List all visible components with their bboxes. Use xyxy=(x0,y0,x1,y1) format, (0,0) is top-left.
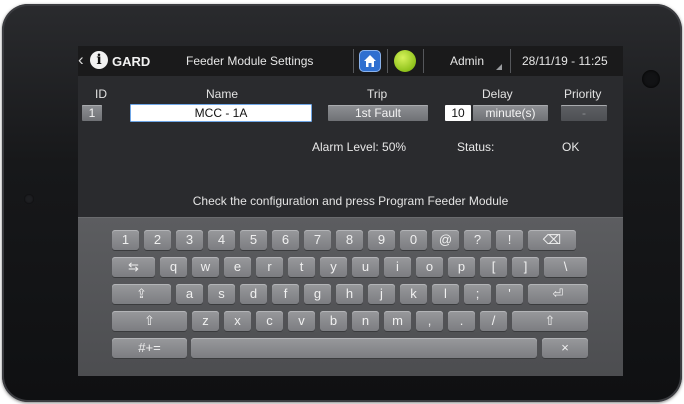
backslash-key[interactable]: \ xyxy=(544,257,587,277)
key-x[interactable]: x xyxy=(224,311,251,331)
delay-unit-select[interactable]: minute(s) xyxy=(473,105,548,121)
exclamation-key[interactable]: ! xyxy=(496,230,523,250)
status-indicator-icon xyxy=(394,50,416,72)
back-arrow-icon[interactable]: ‹ xyxy=(78,51,84,69)
column-header-trip: Trip xyxy=(367,87,388,101)
key-d[interactable]: d xyxy=(240,284,267,304)
key-0[interactable]: 0 xyxy=(400,230,427,250)
key-1[interactable]: 1 xyxy=(112,230,139,250)
datetime: 28/11/19 - 11:25 xyxy=(522,54,608,68)
key-6[interactable]: 6 xyxy=(272,230,299,250)
divider xyxy=(387,49,388,73)
key-j[interactable]: j xyxy=(368,284,395,304)
header-bar: ‹ i GARD Feeder Module Settings Admin 28… xyxy=(78,46,623,76)
key-l[interactable]: l xyxy=(432,284,459,304)
right-shift-key[interactable]: ⇧ xyxy=(512,311,588,331)
key-c[interactable]: c xyxy=(256,311,283,331)
divider xyxy=(423,49,424,73)
space-bar[interactable] xyxy=(191,338,537,358)
at-key[interactable]: @ xyxy=(432,230,459,250)
key-t[interactable]: t xyxy=(288,257,315,277)
screen: ‹ i GARD Feeder Module Settings Admin 28… xyxy=(78,46,623,376)
enter-key[interactable]: ⏎ xyxy=(528,284,588,304)
divider xyxy=(353,49,354,73)
key-9[interactable]: 9 xyxy=(368,230,395,250)
bezel-button xyxy=(24,194,34,204)
key-w[interactable]: w xyxy=(192,257,219,277)
column-header-id: ID xyxy=(95,87,107,101)
column-header-name: Name xyxy=(206,87,239,101)
period-key[interactable]: . xyxy=(448,311,475,331)
on-screen-keyboard: 1 2 3 4 5 6 7 8 9 0 @?! ⌫ ⇆ q w e r t y u i o p[] \ ⇪ a s d f g h j k l; '… xyxy=(78,217,623,376)
slash-key[interactable]: / xyxy=(480,311,507,331)
key-p[interactable]: p xyxy=(448,257,475,277)
trip-select[interactable]: 1st Fault xyxy=(328,105,428,121)
key-3[interactable]: 3 xyxy=(176,230,203,250)
semicolon-key[interactable]: ; xyxy=(464,284,491,304)
left-shift-key[interactable]: ⇧ xyxy=(112,311,187,331)
status-label: Status: xyxy=(457,140,495,154)
key-b[interactable]: b xyxy=(320,311,347,331)
camera xyxy=(642,70,660,88)
tab-key[interactable]: ⇆ xyxy=(112,257,155,277)
key-u[interactable]: u xyxy=(352,257,379,277)
priority-select[interactable]: - xyxy=(561,105,607,121)
divider xyxy=(510,49,511,73)
right-bracket-key[interactable]: ] xyxy=(512,257,539,277)
key-h[interactable]: h xyxy=(336,284,363,304)
key-4[interactable]: 4 xyxy=(208,230,235,250)
logo-text: GARD xyxy=(112,54,151,69)
logo-info-icon: i xyxy=(90,51,108,69)
question-key[interactable]: ? xyxy=(464,230,491,250)
page-title: Feeder Module Settings xyxy=(186,54,314,68)
key-g[interactable]: g xyxy=(304,284,331,304)
key-k[interactable]: k xyxy=(400,284,427,304)
status-value: OK xyxy=(562,140,580,154)
comma-key[interactable]: , xyxy=(416,311,443,331)
key-e[interactable]: e xyxy=(224,257,251,277)
key-m[interactable]: m xyxy=(384,311,411,331)
caps-lock-key[interactable]: ⇪ xyxy=(112,284,171,304)
key-7[interactable]: 7 xyxy=(304,230,331,250)
user-menu[interactable]: Admin xyxy=(450,54,484,68)
key-s[interactable]: s xyxy=(208,284,235,304)
dropdown-corner-icon[interactable] xyxy=(496,64,502,70)
key-n[interactable]: n xyxy=(352,311,379,331)
instruction-message: Check the configuration and press Progra… xyxy=(192,194,509,208)
home-icon xyxy=(364,55,376,67)
key-2[interactable]: 2 xyxy=(144,230,171,250)
key-a[interactable]: a xyxy=(176,284,203,304)
alarm-level: Alarm Level: 50% xyxy=(312,140,407,154)
column-header-priority: Priority xyxy=(564,87,602,101)
left-bracket-key[interactable]: [ xyxy=(480,257,507,277)
apostrophe-key[interactable]: ' xyxy=(496,284,523,304)
key-f[interactable]: f xyxy=(272,284,299,304)
key-5[interactable]: 5 xyxy=(240,230,267,250)
home-button[interactable] xyxy=(359,50,381,72)
hide-keyboard-key[interactable]: × xyxy=(542,338,588,358)
delay-value-input[interactable]: 10 xyxy=(445,105,471,121)
key-z[interactable]: z xyxy=(192,311,219,331)
name-input[interactable]: MCC - 1A xyxy=(130,104,312,122)
key-o[interactable]: o xyxy=(416,257,443,277)
key-q[interactable]: q xyxy=(160,257,187,277)
backspace-key[interactable]: ⌫ xyxy=(528,230,576,250)
key-r[interactable]: r xyxy=(256,257,283,277)
column-header-delay: Delay xyxy=(482,87,513,101)
key-y[interactable]: y xyxy=(320,257,347,277)
key-i[interactable]: i xyxy=(384,257,411,277)
id-field[interactable]: 1 xyxy=(82,105,102,121)
key-v[interactable]: v xyxy=(288,311,315,331)
symbols-key[interactable]: #+= xyxy=(112,338,187,358)
key-8[interactable]: 8 xyxy=(336,230,363,250)
